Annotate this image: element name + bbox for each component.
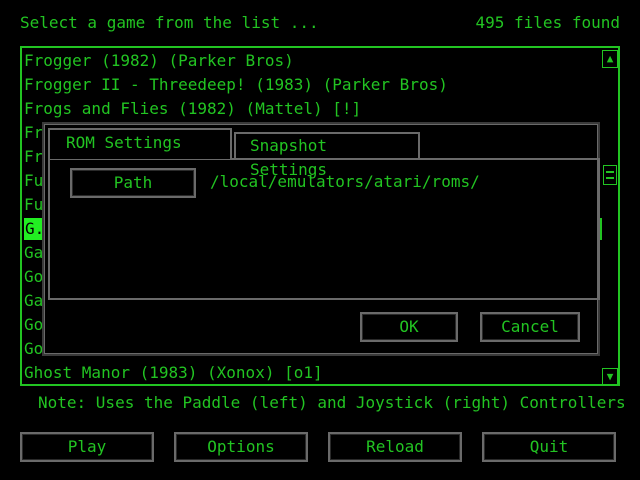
list-item-label: Ga	[24, 243, 44, 262]
file-count: 495 files found	[475, 13, 621, 32]
reload-button[interactable]: Reload	[328, 432, 462, 462]
list-item-label: Frogger II - Threedeep! (1983) (Parker B…	[24, 75, 448, 94]
controller-note: Note: Uses the Paddle (left) and Joystic…	[38, 393, 626, 412]
list-item[interactable]: Go	[24, 266, 43, 288]
scroll-down-button[interactable]: ▼	[602, 368, 618, 386]
list-item[interactable]: Go	[24, 314, 43, 336]
list-item-label: Ga	[24, 291, 44, 310]
scroll-up-button[interactable]: ▲	[602, 50, 618, 68]
list-item[interactable]: Ga	[24, 290, 43, 312]
list-item-label: Fu	[24, 171, 44, 190]
selection-marker	[600, 218, 602, 240]
list-item[interactable]: Frogger II - Threedeep! (1983) (Parker B…	[24, 74, 448, 96]
ok-button[interactable]: OK	[360, 312, 458, 342]
options-button[interactable]: Options	[174, 432, 308, 462]
list-item-label: Go	[24, 339, 44, 358]
list-item-label: Fu	[24, 195, 44, 214]
tab-snapshot-settings[interactable]: Snapshot Settings	[234, 132, 420, 179]
list-item[interactable]: Fr	[24, 122, 43, 144]
list-item[interactable]: Frogger (1982) (Parker Bros)	[24, 50, 294, 72]
rom-path-value: /local/emulators/atari/roms/	[210, 172, 480, 191]
list-item[interactable]: Ga	[24, 242, 43, 264]
arrow-up-icon: ▲	[606, 52, 614, 65]
list-prompt: Select a game from the list ...	[20, 13, 319, 32]
list-item[interactable]: Fr	[24, 146, 43, 168]
path-button[interactable]: Path	[70, 168, 196, 198]
list-item[interactable]: Frogs and Flies (1982) (Mattel) [!]	[24, 98, 361, 120]
scrollbar-thumb[interactable]	[603, 165, 617, 185]
cancel-button[interactable]: Cancel	[480, 312, 580, 342]
list-item-label: Frogs and Flies (1982) (Mattel) [!]	[24, 99, 362, 118]
list-item[interactable]: Fu	[24, 194, 43, 216]
list-item-label: Go	[24, 267, 44, 286]
arrow-down-icon: ▼	[606, 370, 614, 383]
list-item[interactable]: Fu	[24, 170, 43, 192]
list-item[interactable]: Ghost Manor (1983) (Xonox) [o1]	[24, 362, 323, 384]
list-item[interactable]: Go	[24, 338, 43, 360]
list-item-label: Ghost Manor (1983) (Xonox) [o1]	[24, 363, 323, 382]
play-button[interactable]: Play	[20, 432, 154, 462]
list-item-label: Fr	[24, 147, 44, 166]
list-item-label: Go	[24, 315, 44, 334]
list-item-label: Frogger (1982) (Parker Bros)	[24, 51, 294, 70]
tab-rom-settings[interactable]: ROM Settings	[48, 128, 232, 159]
list-item-label: Fr	[24, 123, 44, 142]
quit-button[interactable]: Quit	[482, 432, 616, 462]
